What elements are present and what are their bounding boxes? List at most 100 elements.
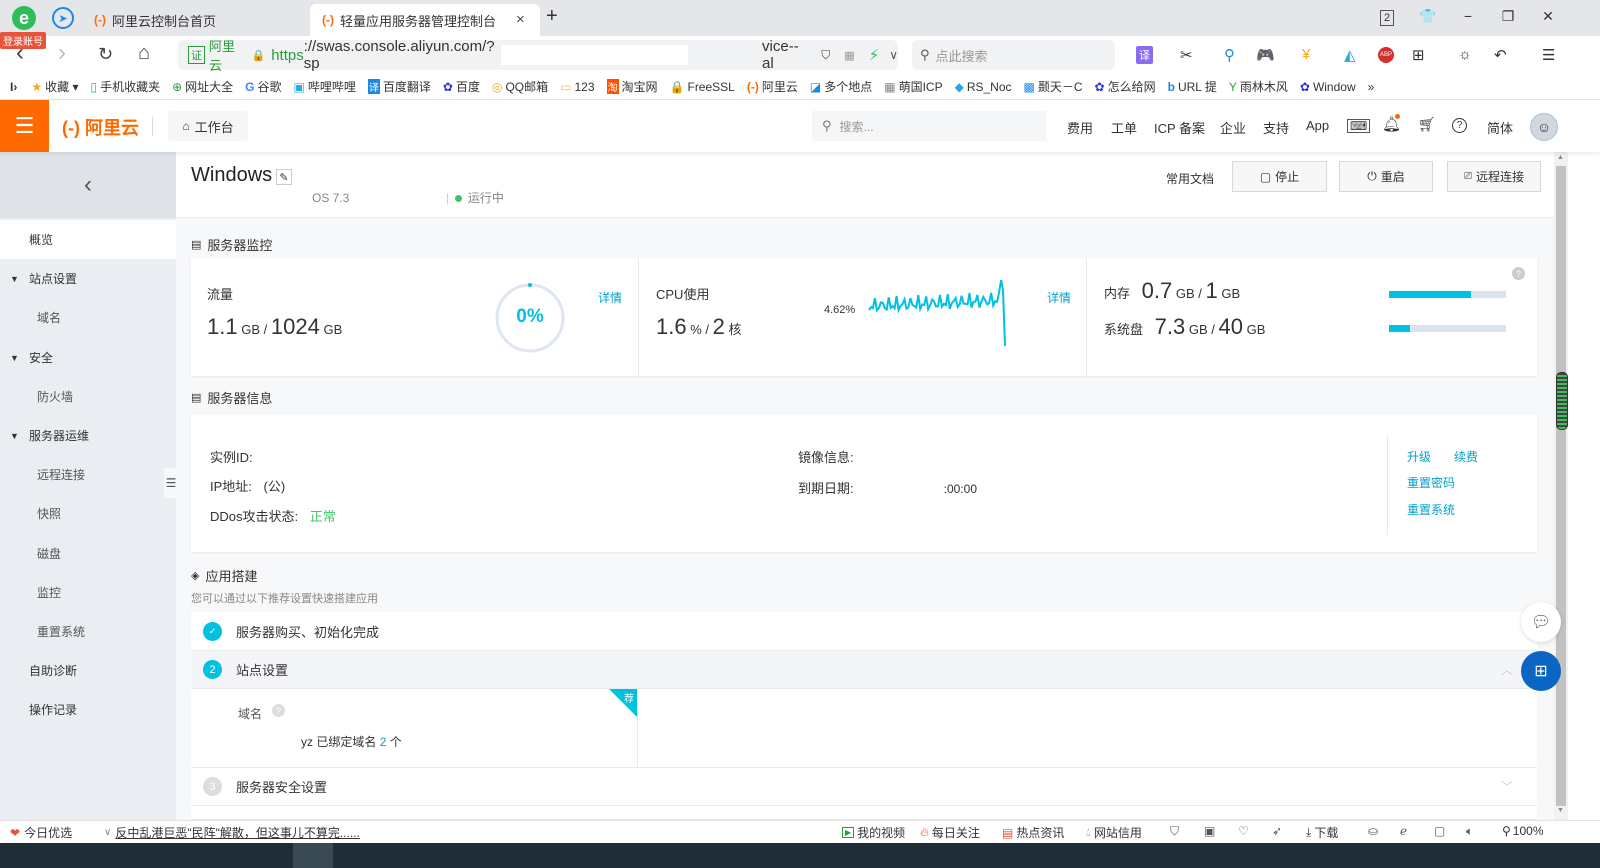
sidebar-item-site-settings[interactable]: ▼ 站点设置 xyxy=(0,259,176,298)
nav-enterprise[interactable]: 企业 xyxy=(1220,118,1246,137)
sidebar-toggle-icon[interactable]: I› xyxy=(10,80,17,94)
docs-link[interactable]: 常用文档 xyxy=(1166,170,1214,187)
bookmark[interactable]: ◎ QQ邮箱 xyxy=(492,78,548,95)
image-icon[interactable]: ▣ xyxy=(1204,824,1215,838)
upgrade-link[interactable]: 升级 xyxy=(1407,448,1431,465)
bookmark[interactable]: (-) 阿里云 xyxy=(747,78,798,95)
sidebar-item-self-diagnosis[interactable]: 自助诊断 xyxy=(0,651,176,690)
hamburger-menu-icon[interactable]: ☰ xyxy=(0,100,49,152)
terminal-icon[interactable]: ⌨ xyxy=(1347,119,1371,133)
incognito-icon[interactable]: ⛀ xyxy=(1368,824,1378,838)
sidebar-item-remote-connect[interactable]: 远程连接 xyxy=(0,455,176,494)
app-grid-button[interactable]: ⊞ xyxy=(1521,651,1561,691)
screenshot-scissors-icon[interactable]: ✂ xyxy=(1180,46,1193,64)
sidebar-collapse-handle[interactable]: ☰ xyxy=(164,468,178,498)
bookmark[interactable]: ✿ 怎么给网 xyxy=(1095,78,1156,95)
daily-follow[interactable]: 🔥︎ 每日关注 xyxy=(920,824,980,841)
cpu-detail-link[interactable]: 详情 xyxy=(1047,289,1071,306)
speed-mode-icon[interactable]: ⚡ xyxy=(869,46,880,64)
sidebar-item-monitor[interactable]: 监控 xyxy=(0,573,176,612)
security-shield-icon[interactable]: ⛉ xyxy=(821,48,830,63)
nav-app[interactable]: App xyxy=(1306,118,1329,133)
bookmark[interactable]: 译百度翻译 xyxy=(367,78,431,95)
bookmark[interactable]: ◪ 多个地点 xyxy=(810,78,872,95)
zoom-level[interactable]: ⚲ 100% xyxy=(1502,824,1544,838)
user-avatar[interactable]: ☺ xyxy=(1530,113,1558,141)
scroll-grip-handle[interactable] xyxy=(1556,372,1568,430)
shield-icon[interactable]: ⛉ xyxy=(1170,824,1179,839)
taskbar-item[interactable] xyxy=(293,843,333,868)
address-dropdown-icon[interactable]: ∨ xyxy=(889,48,898,62)
sidebar-item-overview[interactable]: 概览 xyxy=(0,220,176,259)
tab-swas-console[interactable]: (-) 轻量应用服务器管理控制台 × xyxy=(310,4,540,36)
sidebar-item-disk[interactable]: 磁盘 xyxy=(0,534,176,573)
nav-support[interactable]: 支持 xyxy=(1263,118,1289,137)
volume-icon[interactable]: 🔈︎ xyxy=(1466,824,1473,839)
domain-count-link[interactable]: 2 xyxy=(380,735,387,749)
bookmark[interactable]: ✿ Window xyxy=(1300,80,1356,94)
qr-code-icon[interactable]: ▦ xyxy=(844,49,854,62)
address-bar[interactable]: 证 阿里云 🔒 https ://swas.console.aliyun.com… xyxy=(178,38,898,73)
browser-search-box[interactable]: ⚲ 点此搜索 xyxy=(912,40,1115,70)
step-security-settings[interactable]: 3 服务器安全设置 ﹀ xyxy=(191,768,1537,806)
bookmark[interactable]: b URL 提 xyxy=(1168,78,1217,95)
forward-button[interactable]: › xyxy=(58,39,66,67)
menu-icon[interactable]: ☰ xyxy=(1542,46,1555,64)
home-button[interactable]: ⌂ xyxy=(138,42,150,65)
tab-aliyun-home[interactable]: (-) 阿里云控制台首页 xyxy=(82,4,310,36)
chat-feedback-button[interactable]: 💬︎ xyxy=(1521,602,1561,642)
bookmark[interactable]: G 谷歌 xyxy=(245,78,281,95)
search-extension-icon[interactable]: ⚲ xyxy=(1224,46,1235,64)
minimize-button[interactable]: − xyxy=(1458,8,1478,24)
back-button[interactable]: ‹ xyxy=(0,152,176,218)
browser-logo-icon[interactable]: e xyxy=(12,6,36,30)
step-purchase-init[interactable]: ✓ 服务器购买、初始化完成 xyxy=(191,612,1537,651)
bookmark[interactable]: ▭ 123 xyxy=(560,80,594,94)
reset-system-link[interactable]: 重置系统 xyxy=(1407,501,1455,518)
triangle-app-icon[interactable]: ◭ xyxy=(1344,46,1356,64)
bookmark[interactable]: ◆ RS_Noc xyxy=(955,80,1012,94)
hot-news[interactable]: ▤ 热点资讯 xyxy=(1002,824,1064,841)
sidebar-item-security[interactable]: ▼ 安全 xyxy=(0,338,176,377)
scrollbar-thumb[interactable] xyxy=(1556,166,1566,806)
nav-tickets[interactable]: 工单 xyxy=(1111,118,1137,137)
sidebar-item-firewall[interactable]: 防火墙 xyxy=(0,377,176,416)
bookmark[interactable]: ▯ 手机收藏夹 xyxy=(90,78,160,95)
health-icon[interactable]: ♡ xyxy=(1238,824,1249,838)
close-tab-icon[interactable]: × xyxy=(516,11,525,28)
sidebar-item-server-ops[interactable]: ▼ 服务器运维 xyxy=(0,416,176,455)
bookmark[interactable]: 淘淘宝网 xyxy=(606,78,658,95)
aliyun-logo[interactable]: (-) 阿里云 xyxy=(62,114,139,140)
traffic-detail-link[interactable]: 详情 xyxy=(598,289,622,306)
close-window-button[interactable]: ✕ xyxy=(1538,8,1558,25)
bookmark[interactable]: 🔒 FreeSSL xyxy=(670,80,735,94)
new-tab-button[interactable]: + xyxy=(546,5,558,28)
brightness-icon[interactable]: ☼ xyxy=(1458,46,1472,63)
restore-button[interactable]: ❐ xyxy=(1498,8,1518,25)
sidebar-item-operation-log[interactable]: 操作记录 xyxy=(0,690,176,729)
chevron-up-icon[interactable]: ︿ xyxy=(1501,661,1513,678)
apps-grid-icon[interactable]: ⊞ xyxy=(1412,46,1425,64)
today-picks[interactable]: ❤ 今日优选 xyxy=(10,824,72,841)
skin-icon[interactable]: 👕 xyxy=(1418,8,1438,25)
ie-mode-icon[interactable]: ℯ xyxy=(1400,824,1407,838)
bookmark[interactable]: ▣ 哔哩哔哩 xyxy=(294,78,356,95)
restart-button[interactable]: ⏻ 重启 xyxy=(1339,161,1433,192)
download-button[interactable]: ⤓ 下载 xyxy=(1306,824,1338,841)
undo-icon[interactable]: ↶ xyxy=(1494,46,1507,64)
window-icon[interactable]: ▢ xyxy=(1434,824,1445,838)
adblock-icon[interactable]: ABP xyxy=(1378,47,1394,63)
reload-button[interactable]: ↻ xyxy=(98,44,113,65)
sidebar-item-reset-system[interactable]: 重置系统 xyxy=(0,612,176,651)
stop-button[interactable]: ▢ 停止 xyxy=(1232,161,1327,192)
bookmark[interactable]: ✿ 百度 xyxy=(443,78,480,95)
step-site-settings[interactable]: 2 站点设置 ︿ xyxy=(191,651,1537,689)
login-account-badge[interactable]: 登录账号 xyxy=(0,32,46,49)
workbench-button[interactable]: ⌂ 工作台 xyxy=(168,111,248,141)
bookmarks-more-button[interactable]: » xyxy=(1368,80,1375,94)
sidebar-item-snapshot[interactable]: 快照 xyxy=(0,494,176,533)
tab-count-badge[interactable]: 2 xyxy=(1380,10,1394,26)
my-videos[interactable]: ▶ 我的视频 xyxy=(842,824,905,841)
help-icon[interactable]: ? xyxy=(1452,118,1467,133)
scroll-down-arrow[interactable]: ▼ xyxy=(1557,807,1564,814)
